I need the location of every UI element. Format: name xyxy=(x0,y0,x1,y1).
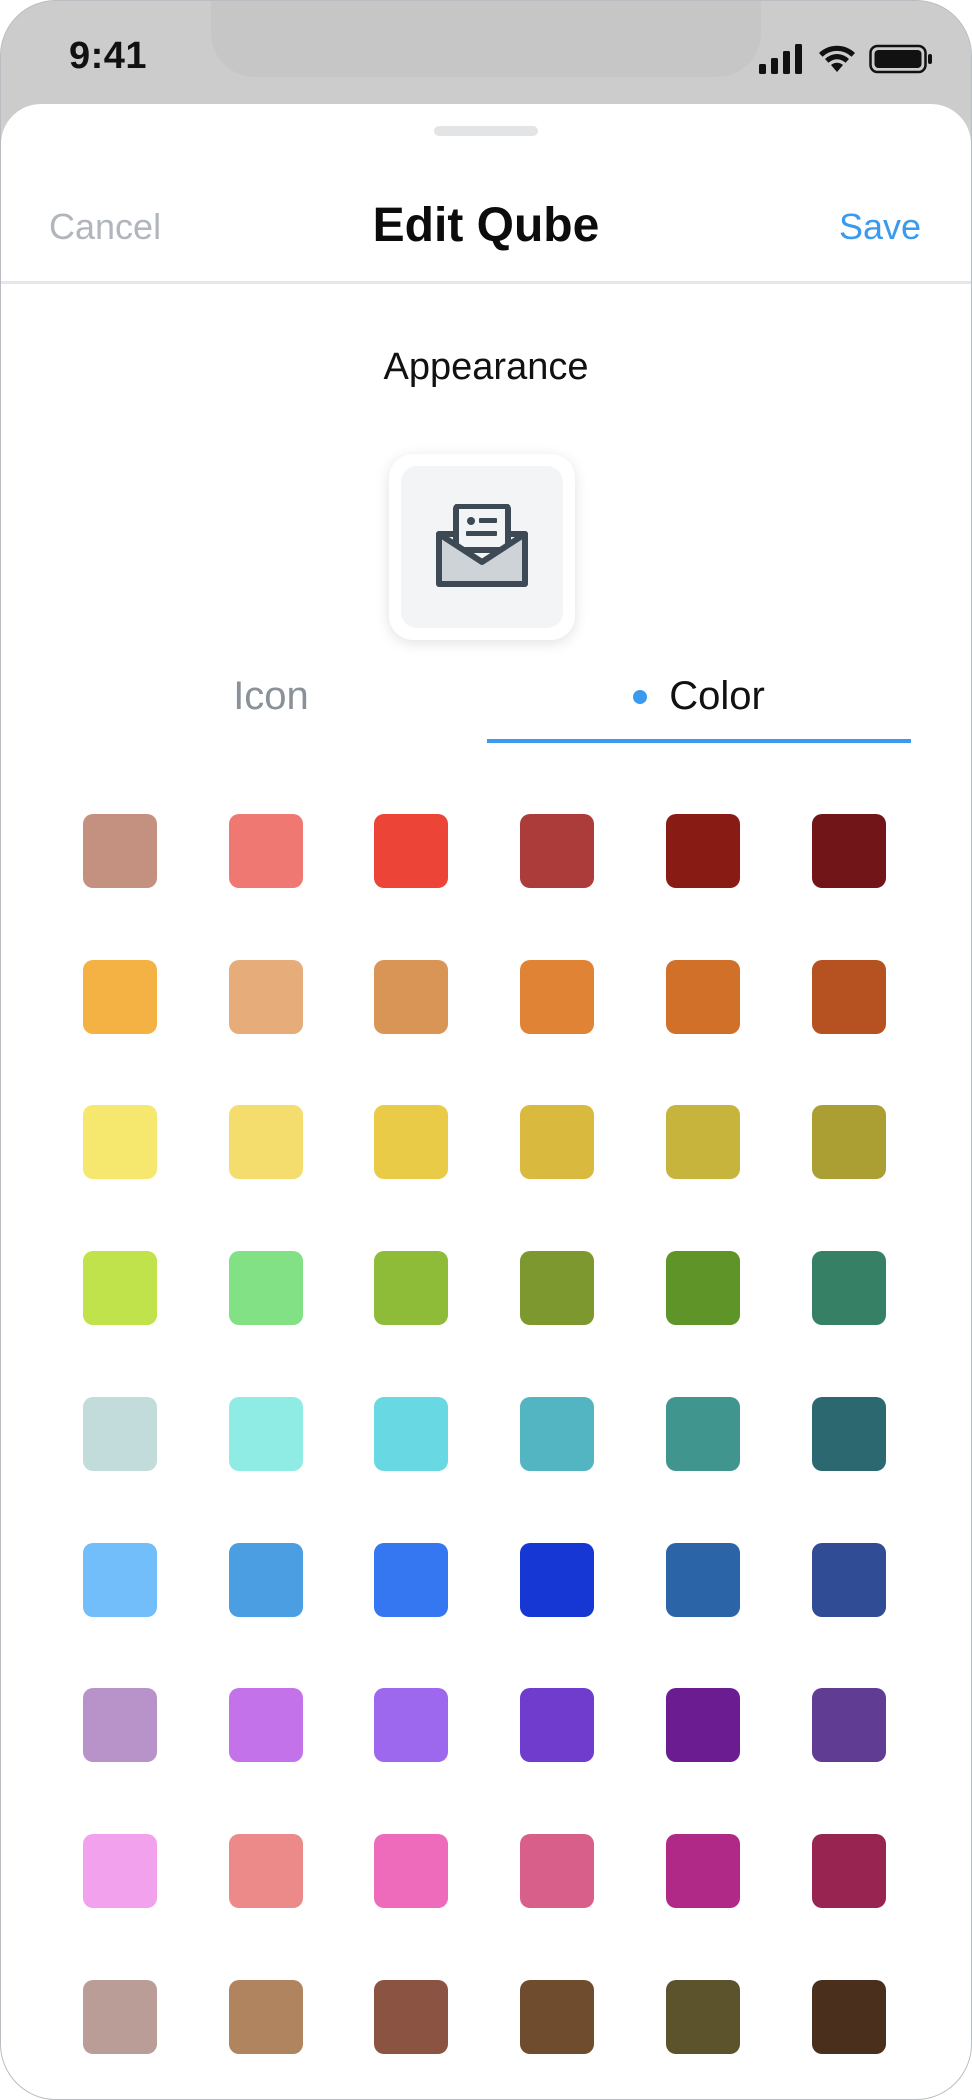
color-swatch[interactable] xyxy=(520,1834,594,1908)
color-swatch[interactable] xyxy=(229,1251,303,1325)
color-swatch[interactable] xyxy=(666,1980,740,2054)
color-swatch[interactable] xyxy=(812,1688,886,1762)
color-swatch[interactable] xyxy=(520,814,594,888)
battery-icon xyxy=(869,44,932,74)
color-swatch[interactable] xyxy=(229,1980,303,2054)
color-swatch[interactable] xyxy=(229,1688,303,1762)
status-bar: 9:41 xyxy=(1,1,971,121)
color-swatch[interactable] xyxy=(229,1397,303,1471)
page-title: Edit Qube xyxy=(372,199,600,252)
color-swatch[interactable] xyxy=(229,1543,303,1617)
color-swatch[interactable] xyxy=(520,1543,594,1617)
wifi-icon xyxy=(819,45,855,72)
nav-divider xyxy=(1,281,971,284)
color-swatch[interactable] xyxy=(83,1688,157,1762)
color-swatch[interactable] xyxy=(812,1980,886,2054)
save-button[interactable]: Save xyxy=(839,206,921,248)
color-swatch[interactable] xyxy=(374,1980,448,2054)
color-swatch[interactable] xyxy=(83,960,157,1034)
signal-icon xyxy=(759,44,802,74)
color-swatch[interactable] xyxy=(374,960,448,1034)
color-swatch[interactable] xyxy=(666,814,740,888)
color-swatch[interactable] xyxy=(666,1834,740,1908)
color-swatch[interactable] xyxy=(520,960,594,1034)
color-swatch[interactable] xyxy=(229,1834,303,1908)
color-swatch[interactable] xyxy=(374,1397,448,1471)
tab-color-label: Color xyxy=(669,674,765,718)
device-frame: 9:41 Cancel Edit Qube Save Appearance Ic… xyxy=(0,0,972,2100)
color-swatch[interactable] xyxy=(520,1397,594,1471)
status-time: 9:41 xyxy=(69,35,148,77)
color-swatch[interactable] xyxy=(229,814,303,888)
color-swatch[interactable] xyxy=(666,1688,740,1762)
color-swatch[interactable] xyxy=(83,1543,157,1617)
sheet-grabber[interactable] xyxy=(434,126,538,136)
color-swatch[interactable] xyxy=(812,1397,886,1471)
color-swatch[interactable] xyxy=(666,960,740,1034)
appearance-tabs: Icon Color xyxy=(1,664,971,754)
color-swatch[interactable] xyxy=(83,1397,157,1471)
color-swatch[interactable] xyxy=(666,1397,740,1471)
envelope-open-icon xyxy=(436,504,528,587)
tab-color[interactable]: Color xyxy=(487,674,911,719)
appearance-heading: Appearance xyxy=(383,346,589,388)
color-swatch[interactable] xyxy=(374,814,448,888)
color-swatch[interactable] xyxy=(812,1251,886,1325)
color-swatch[interactable] xyxy=(83,1251,157,1325)
color-swatch[interactable] xyxy=(83,1980,157,2054)
icon-preview xyxy=(401,466,563,628)
color-swatch[interactable] xyxy=(812,1543,886,1617)
color-swatch[interactable] xyxy=(812,960,886,1034)
edit-sheet: Cancel Edit Qube Save Appearance Icon Co… xyxy=(1,104,971,2099)
color-swatch[interactable] xyxy=(374,1834,448,1908)
color-swatch[interactable] xyxy=(520,1980,594,2054)
status-icons xyxy=(759,41,933,77)
selected-dot-indicator xyxy=(633,689,648,704)
color-swatch[interactable] xyxy=(229,1105,303,1179)
tab-icon[interactable]: Icon xyxy=(131,674,411,719)
color-swatch[interactable] xyxy=(520,1688,594,1762)
color-swatch[interactable] xyxy=(374,1105,448,1179)
color-swatch[interactable] xyxy=(812,1105,886,1179)
color-swatch[interactable] xyxy=(374,1251,448,1325)
color-swatch[interactable] xyxy=(520,1251,594,1325)
color-swatch[interactable] xyxy=(374,1543,448,1617)
color-swatch[interactable] xyxy=(666,1543,740,1617)
nav-bar: Cancel Edit Qube Save xyxy=(1,164,971,284)
color-swatch[interactable] xyxy=(520,1105,594,1179)
device-notch xyxy=(211,1,761,77)
tab-selected-underline xyxy=(487,739,911,743)
color-swatch[interactable] xyxy=(666,1251,740,1325)
color-swatch[interactable] xyxy=(83,1834,157,1908)
icon-preview-card xyxy=(389,454,575,640)
color-swatch[interactable] xyxy=(812,1834,886,1908)
color-swatch[interactable] xyxy=(812,814,886,888)
color-swatch[interactable] xyxy=(374,1688,448,1762)
color-swatch[interactable] xyxy=(83,814,157,888)
color-swatch[interactable] xyxy=(83,1105,157,1179)
color-swatch[interactable] xyxy=(229,960,303,1034)
color-swatch[interactable] xyxy=(666,1105,740,1179)
